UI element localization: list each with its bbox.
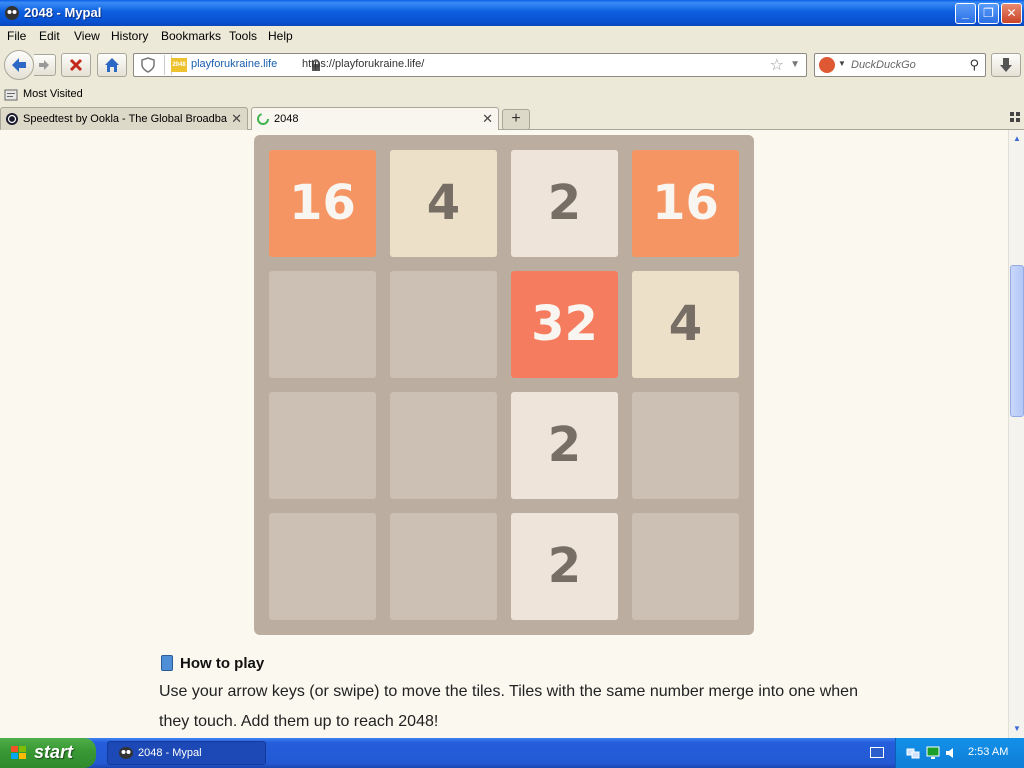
home-icon	[105, 58, 119, 72]
address-bar[interactable]: 2048 playforukraine.life https://playfor…	[133, 53, 807, 77]
board-cell	[269, 392, 376, 499]
page-content: 16 4 2 16 32 4 2 2 How to play Use your arrow k…	[0, 130, 1008, 738]
tile-4: 4	[632, 271, 739, 378]
menu-tools[interactable]: Tools	[229, 29, 257, 43]
scroll-down-arrow-icon[interactable]: ▼	[1010, 722, 1024, 736]
download-arrow-icon	[1000, 58, 1012, 72]
board-cell	[269, 271, 376, 378]
menu-bar: File Edit View History Bookmarks Tools H…	[0, 26, 1024, 46]
tab-label: Speedtest by Ookla - The Global Broadba.…	[23, 113, 228, 125]
close-tab-icon[interactable]: ✕	[231, 111, 242, 127]
board-cell	[390, 392, 497, 499]
most-visited-icon	[4, 89, 18, 101]
scrollbar-thumb[interactable]	[1010, 265, 1024, 417]
site-favicon: 2048	[171, 58, 187, 72]
close-tab-icon[interactable]: ✕	[482, 111, 493, 127]
menu-history[interactable]: History	[111, 29, 148, 43]
board-cell	[269, 513, 376, 620]
back-arrow-icon	[12, 58, 26, 72]
windows-flag-icon	[11, 746, 26, 759]
system-tray: 2:53 AM	[895, 738, 1024, 768]
mobile-phone-icon	[161, 655, 173, 671]
tab-strip: Speedtest by Ookla - The Global Broadba.…	[0, 106, 1024, 131]
keyboard-icon[interactable]	[870, 747, 884, 758]
menu-edit[interactable]: Edit	[39, 29, 60, 43]
speedtest-favicon-icon	[6, 113, 18, 125]
clock: 2:53 AM	[968, 746, 1009, 758]
search-engine-dropdown-icon[interactable]: ▼	[838, 59, 846, 68]
most-visited-bookmark[interactable]: Most Visited	[23, 88, 83, 100]
scroll-up-arrow-icon[interactable]: ▲	[1010, 132, 1024, 146]
monitor-icon[interactable]	[926, 746, 940, 760]
navigation-toolbar: 2048 playforukraine.life https://playfor…	[0, 46, 1024, 84]
stop-icon	[69, 58, 83, 72]
tile-2: 2	[511, 392, 618, 499]
restore-button[interactable]: ❐	[978, 3, 999, 24]
minimize-button[interactable]: _	[955, 3, 976, 24]
site-domain: playforukraine.life	[191, 58, 278, 70]
url-text[interactable]: https://playforukraine.life/	[302, 58, 424, 70]
close-button[interactable]: ✕	[1001, 3, 1022, 24]
search-input[interactable]: DuckDuckGo	[851, 59, 916, 71]
stop-button[interactable]	[61, 53, 91, 77]
tab-speedtest[interactable]: Speedtest by Ookla - The Global Broadba.…	[0, 107, 248, 130]
new-tab-button[interactable]: +	[502, 109, 530, 130]
vertical-scrollbar[interactable]: ▲ ▼	[1008, 130, 1024, 738]
game-board[interactable]: 16 4 2 16 32 4 2 2	[254, 135, 754, 635]
board-cell	[632, 392, 739, 499]
url-history-dropdown-icon[interactable]: ▼	[790, 59, 800, 70]
tile-2: 2	[511, 513, 618, 620]
taskbar-item-mypal[interactable]: 2048 - Mypal	[107, 741, 266, 765]
menu-help[interactable]: Help	[268, 29, 293, 43]
menu-bookmarks[interactable]: Bookmarks	[161, 29, 221, 43]
tab-2048[interactable]: 2048 ✕	[251, 107, 499, 131]
tile-4: 4	[390, 150, 497, 257]
mypal-icon	[5, 6, 19, 20]
forward-arrow-icon	[39, 60, 49, 70]
site-identity[interactable]: 2048 playforukraine.life	[164, 55, 320, 75]
bookmarks-toolbar: Most Visited	[0, 84, 1024, 106]
how-to-play-text: Use your arrow keys (or swipe) to move t…	[159, 683, 858, 730]
start-button[interactable]: start	[0, 738, 96, 768]
start-label: start	[34, 742, 74, 762]
search-bar[interactable]: ▼ DuckDuckGo ⚲	[814, 53, 986, 77]
duckduckgo-icon[interactable]	[819, 57, 835, 73]
tile-16: 16	[632, 150, 739, 257]
search-icon[interactable]: ⚲	[969, 57, 979, 73]
downloads-button[interactable]	[991, 53, 1021, 77]
tab-label: 2048	[274, 113, 299, 125]
title-bar: 2048 - Mypal _ ❐ ✕	[0, 0, 1024, 26]
tab-list-icon[interactable]	[1010, 112, 1020, 122]
tile-2: 2	[511, 150, 618, 257]
board-cell	[390, 513, 497, 620]
back-button[interactable]	[4, 50, 34, 80]
shield-icon[interactable]	[139, 57, 157, 73]
window-title: 2048 - Mypal	[24, 5, 102, 20]
speaker-icon[interactable]	[944, 746, 958, 760]
network-icon[interactable]	[906, 746, 920, 760]
loading-spinner-icon	[257, 113, 269, 125]
forward-button[interactable]	[34, 54, 56, 76]
home-button[interactable]	[97, 53, 127, 77]
taskbar-item-label: 2048 - Mypal	[138, 747, 202, 759]
menu-view[interactable]: View	[74, 29, 100, 43]
board-cell	[632, 513, 739, 620]
tile-16: 16	[269, 150, 376, 257]
how-to-play-heading: How to play	[180, 655, 265, 672]
taskbar: start 2048 - Mypal 2:53 AM	[0, 738, 1024, 768]
tile-32: 32	[511, 271, 618, 378]
menu-file[interactable]: File	[7, 29, 26, 43]
mypal-icon	[119, 747, 133, 759]
board-cell	[390, 271, 497, 378]
bookmark-star-icon[interactable]: ☆	[770, 55, 784, 75]
